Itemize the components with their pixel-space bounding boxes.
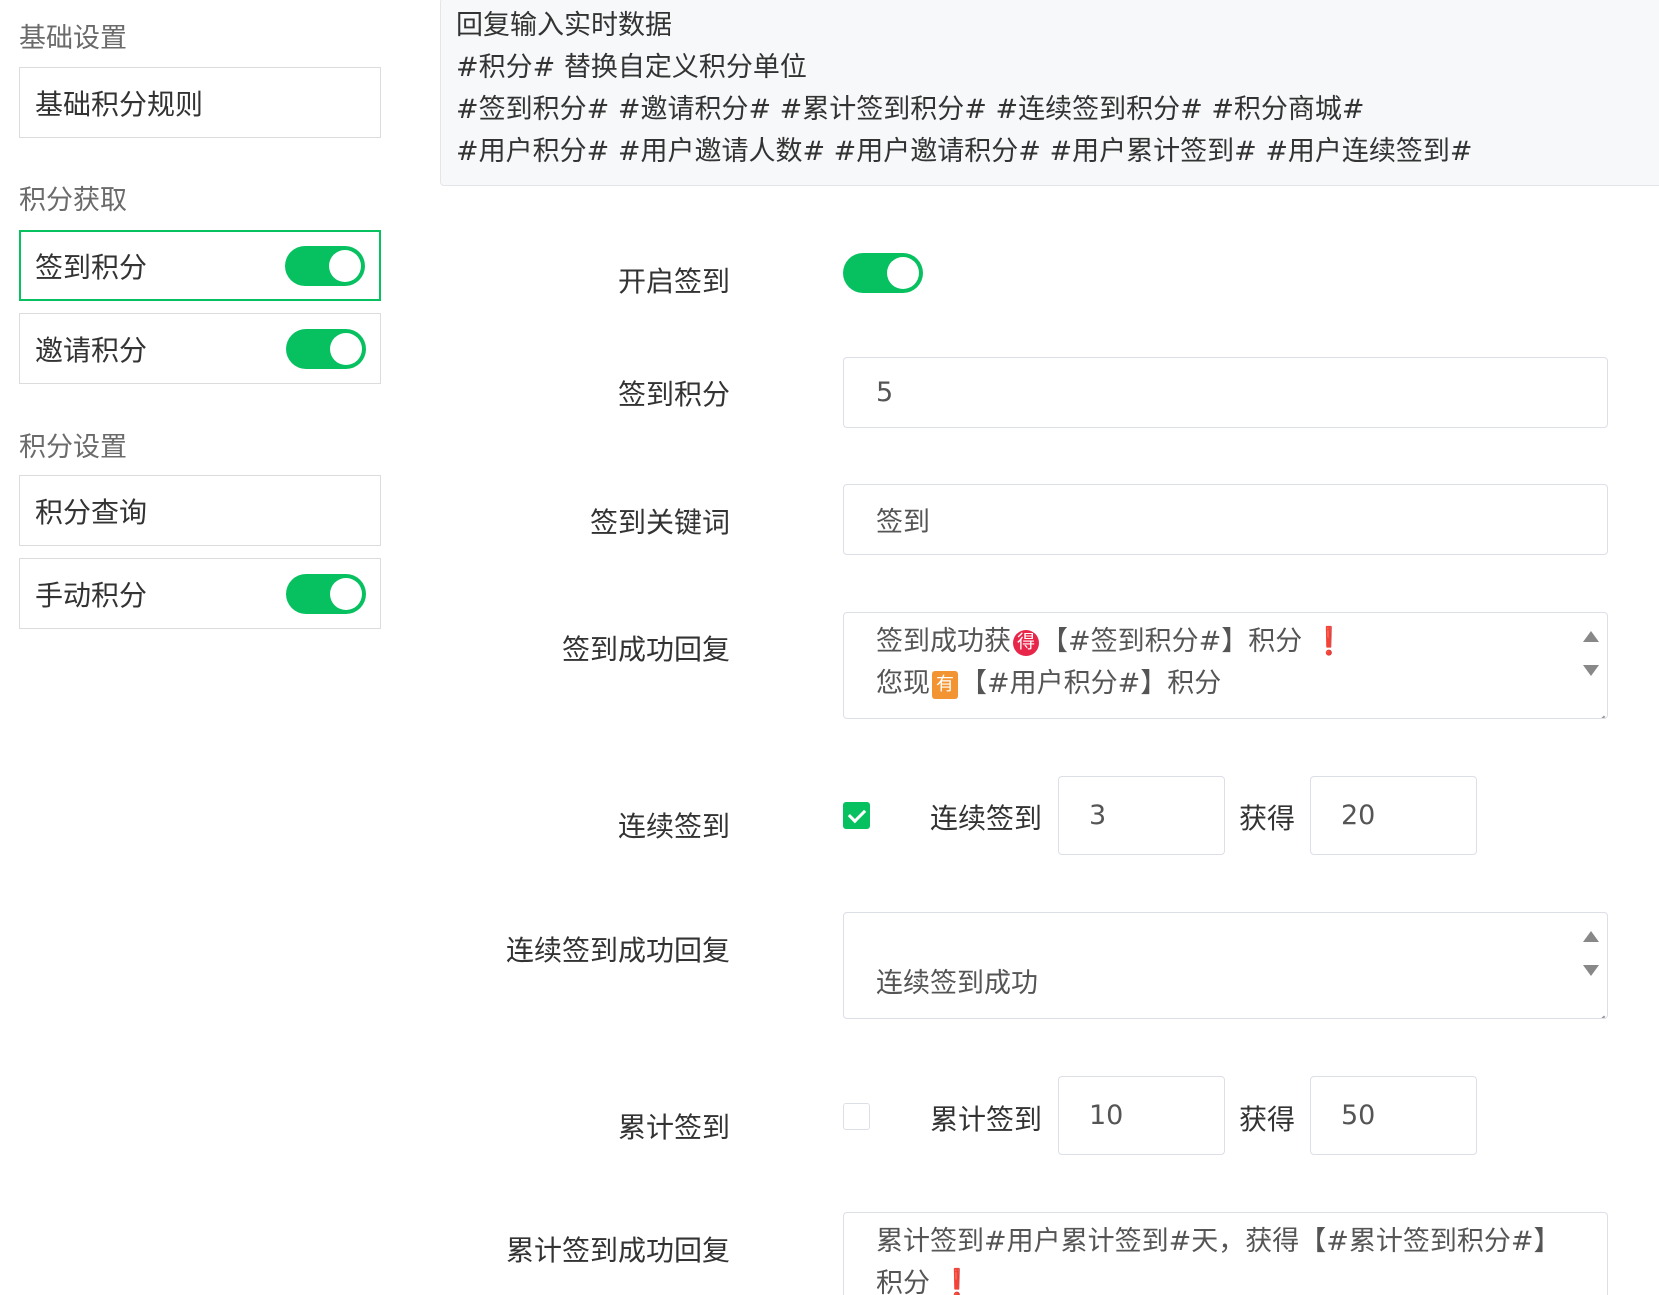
reply-text: 您现 <box>876 668 930 699</box>
you-emoji-icon: 有 <box>932 670 958 699</box>
input-value: 3 <box>1089 800 1107 831</box>
cumulative-text: 累计签到 <box>930 1103 1043 1136</box>
hint-line: #用户积分# #用户邀请人数# #用户邀请积分# #用户累计签到# #用户连续签… <box>456 136 1473 167</box>
checkin-keyword-input[interactable]: 签到 <box>843 484 1608 555</box>
consecutive-reply-textarea[interactable]: 连续签到成功 <box>843 912 1608 1019</box>
input-value: 5 <box>876 377 894 408</box>
label-checkin-keyword: 签到关键词 <box>589 506 730 539</box>
toggle-knob <box>329 249 361 282</box>
input-value: 10 <box>1089 1100 1124 1131</box>
sidebar-item-basic-rules[interactable]: 基础积分规则 <box>19 67 381 138</box>
scroll-up-icon[interactable] <box>1583 931 1599 942</box>
cumulative-points-input[interactable]: 50 <box>1310 1076 1477 1155</box>
consecutive-points-input[interactable]: 20 <box>1310 776 1477 855</box>
toggle-knob <box>330 332 362 365</box>
cumulative-gain-text: 获得 <box>1239 1103 1296 1136</box>
resize-handle-icon[interactable] <box>1591 1002 1605 1016</box>
de-emoji-icon: 得 <box>1013 629 1039 656</box>
exclamation-icon: ❗ <box>940 1268 974 1295</box>
sidebar-item-label: 基础积分规则 <box>35 87 204 121</box>
variables-hint: 回复输入实时数据 #积分# 替换自定义积分单位 #签到积分# #邀请积分# #累… <box>440 0 1659 186</box>
sidebar-item-label: 手动积分 <box>35 578 148 612</box>
toggle-knob <box>330 577 362 610</box>
hint-line: #签到积分# #邀请积分# #累计签到积分# #连续签到积分# #积分商城# <box>456 94 1365 125</box>
label-cumulative-reply: 累计签到成功回复 <box>505 1234 730 1267</box>
sidebar-item-label: 邀请积分 <box>35 333 148 367</box>
reply-text: 【#用户积分#】积分 <box>960 668 1222 699</box>
consecutive-text: 连续签到 <box>930 802 1043 835</box>
reply-line: 您现有【#用户积分#】积分 <box>876 663 1537 705</box>
manual-points-toggle[interactable] <box>286 573 366 614</box>
cumulative-reply-textarea[interactable]: 累计签到#用户累计签到#天，获得【#累计签到积分#】 积分 ❗ <box>843 1212 1608 1295</box>
sidebar-item-manual-points[interactable]: 手动积分 <box>19 558 381 629</box>
sidebar-item-label: 签到积分 <box>35 250 148 284</box>
input-value: 20 <box>1341 800 1376 831</box>
label-consecutive: 连续签到 <box>617 810 730 843</box>
consecutive-days-input[interactable]: 3 <box>1058 776 1225 855</box>
checkin-reply-textarea[interactable]: 签到成功获得【#签到积分#】积分 ❗ 您现有【#用户积分#】积分 <box>843 612 1608 719</box>
reply-line: 积分 ❗ <box>876 1263 1537 1295</box>
label-checkin-reply: 签到成功回复 <box>561 633 730 666</box>
label-enable-checkin: 开启签到 <box>617 265 730 298</box>
reply-line: 签到成功获得【#签到积分#】积分 ❗ <box>876 621 1537 663</box>
section-title-settings: 积分设置 <box>19 432 127 463</box>
label-cumulative: 累计签到 <box>617 1111 730 1144</box>
input-value: 签到 <box>876 507 930 538</box>
hint-line: 回复输入实时数据 <box>456 10 672 41</box>
toggle-knob <box>887 257 919 289</box>
sidebar-item-invite-points[interactable]: 邀请积分 <box>19 313 381 384</box>
sidebar-item-label: 积分查询 <box>35 495 148 529</box>
section-title-basic: 基础设置 <box>19 23 127 54</box>
reply-line: 累计签到#用户累计签到#天，获得【#累计签到积分#】 <box>876 1226 1561 1257</box>
label-checkin-points: 签到积分 <box>617 378 730 411</box>
sidebar-item-checkin-points[interactable]: 签到积分 <box>19 230 381 301</box>
consecutive-checkbox[interactable] <box>843 802 870 829</box>
exclamation-icon: ❗ <box>1312 626 1346 657</box>
consecutive-gain-text: 获得 <box>1239 802 1296 835</box>
cumulative-days-input[interactable]: 10 <box>1058 1076 1225 1155</box>
checkin-points-toggle[interactable] <box>285 245 365 286</box>
input-value: 50 <box>1341 1100 1376 1131</box>
reply-text: 积分 <box>876 1268 930 1295</box>
section-title-earn: 积分获取 <box>19 185 127 216</box>
reply-text: 签到成功获 <box>876 626 1011 657</box>
hint-line: #积分# 替换自定义积分单位 <box>456 52 807 83</box>
scroll-down-icon[interactable] <box>1583 665 1599 676</box>
scroll-up-icon[interactable] <box>1583 631 1599 642</box>
reply-text: 【#签到积分#】积分 <box>1041 626 1303 657</box>
sidebar-item-points-query[interactable]: 积分查询 <box>19 475 381 546</box>
cumulative-checkbox[interactable] <box>843 1103 870 1130</box>
scroll-down-icon[interactable] <box>1583 965 1599 976</box>
label-consecutive-reply: 连续签到成功回复 <box>505 934 730 967</box>
checkin-points-input[interactable]: 5 <box>843 357 1608 428</box>
enable-checkin-toggle[interactable] <box>843 253 923 293</box>
invite-points-toggle[interactable] <box>286 328 366 369</box>
reply-line: 连续签到成功 <box>876 968 1038 999</box>
resize-handle-icon[interactable] <box>1591 702 1605 716</box>
